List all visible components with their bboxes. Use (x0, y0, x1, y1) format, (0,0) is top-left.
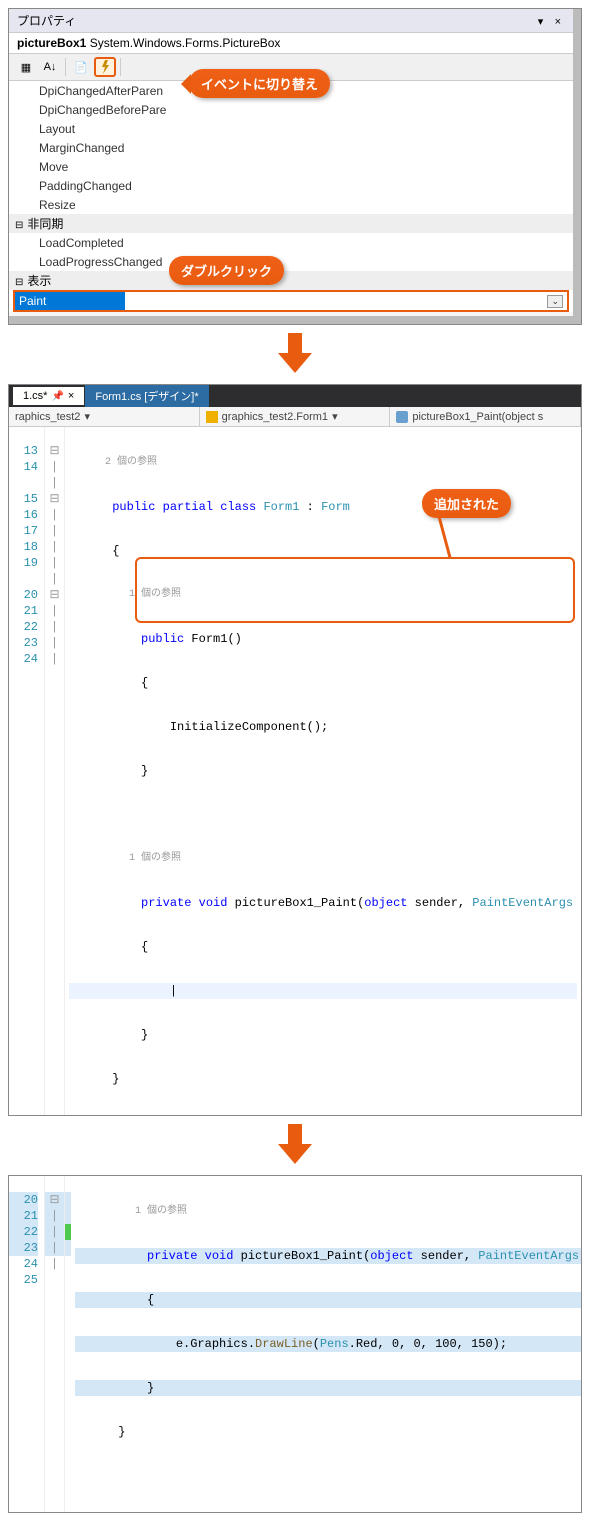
line-numbers: 13 14 15 16 17 18 19 20 21 22 23 24 (9, 427, 45, 1115)
code-area[interactable]: 20 21 22 23 24 25 ⊟ | | | | 1 個 (9, 1176, 581, 1512)
line-numbers: 20 21 22 23 24 25 (9, 1176, 45, 1512)
nav-class[interactable]: graphics_test2.Form1 ▾ (200, 407, 391, 426)
properties-icon[interactable]: 📄 (70, 57, 92, 77)
code-body[interactable]: 2 個の参照 public partial class Form1 : Form… (65, 427, 581, 1115)
category-display[interactable]: 表示 (9, 271, 573, 290)
panel-title: プロパティ (17, 12, 76, 29)
pin-icon[interactable]: 📌 (51, 391, 63, 402)
tab-cs-file[interactable]: 1.cs* 📌 × (13, 387, 84, 405)
code-editor-panel: 1.cs* 📌 × Form1.cs [デザイン]* raphics_test2… (8, 384, 582, 1116)
nav-project[interactable]: raphics_test2 ▾ (9, 407, 200, 426)
arrow-down-icon (0, 333, 590, 376)
code-snippet-panel: 20 21 22 23 24 25 ⊟ | | | | 1 個 (8, 1175, 582, 1513)
categorized-icon[interactable]: ▦ (15, 57, 37, 77)
event-item[interactable]: Layout (9, 119, 573, 138)
dropdown-icon[interactable]: ▾ (534, 16, 548, 28)
event-paint-selected[interactable]: Paint ⌄ (13, 290, 569, 312)
callout-events-switch: イベントに切り替え (189, 69, 330, 98)
callout-double-click: ダブルクリック (169, 256, 284, 285)
class-icon (206, 411, 218, 423)
code-nav-bar: raphics_test2 ▾ graphics_test2.Form1 ▾ p… (9, 407, 581, 427)
chevron-down-icon[interactable]: ⌄ (547, 295, 563, 308)
tab-designer[interactable]: Form1.cs [デザイン]* (85, 385, 208, 407)
event-item[interactable]: Move (9, 157, 573, 176)
arrow-down-icon (0, 1124, 590, 1167)
fold-gutter: ⊟ | | ⊟ | | | | | ⊟ | | | | (45, 427, 65, 1115)
event-item[interactable]: PaddingChanged (9, 176, 573, 195)
tab-bar: 1.cs* 📌 × Form1.cs [デザイン]* (9, 385, 581, 407)
event-item[interactable]: Resize (9, 195, 573, 214)
event-handler-dropdown[interactable]: ⌄ (125, 292, 567, 310)
alphabetical-icon[interactable]: A↓ (39, 57, 61, 77)
nav-member[interactable]: pictureBox1_Paint(object s (390, 407, 581, 426)
event-item[interactable]: LoadProgressChanged (9, 252, 573, 271)
object-selector[interactable]: pictureBox1 System.Windows.Forms.Picture… (9, 33, 573, 54)
code-body[interactable]: 1 個の参照 private void pictureBox1_Paint(ob… (71, 1176, 581, 1512)
event-list: DpiChangedAfterParen DpiChangedBeforePar… (9, 81, 573, 312)
category-async[interactable]: 非同期 (9, 214, 573, 233)
code-area[interactable]: 13 14 15 16 17 18 19 20 21 22 23 24 ⊟ | … (9, 427, 581, 1115)
properties-titlebar: プロパティ ▾ × (9, 9, 573, 33)
events-icon[interactable] (94, 57, 116, 77)
callout-added: 追加された (422, 489, 511, 518)
close-icon[interactable]: × (68, 390, 74, 402)
properties-panel: プロパティ ▾ × pictureBox1 System.Windows.For… (8, 8, 582, 325)
close-icon[interactable]: × (551, 16, 565, 28)
event-item[interactable]: DpiChangedBeforePare (9, 100, 573, 119)
event-item[interactable]: MarginChanged (9, 138, 573, 157)
event-item[interactable]: LoadCompleted (9, 233, 573, 252)
method-icon (396, 411, 408, 423)
fold-gutter: ⊟ | | | | (45, 1176, 65, 1512)
